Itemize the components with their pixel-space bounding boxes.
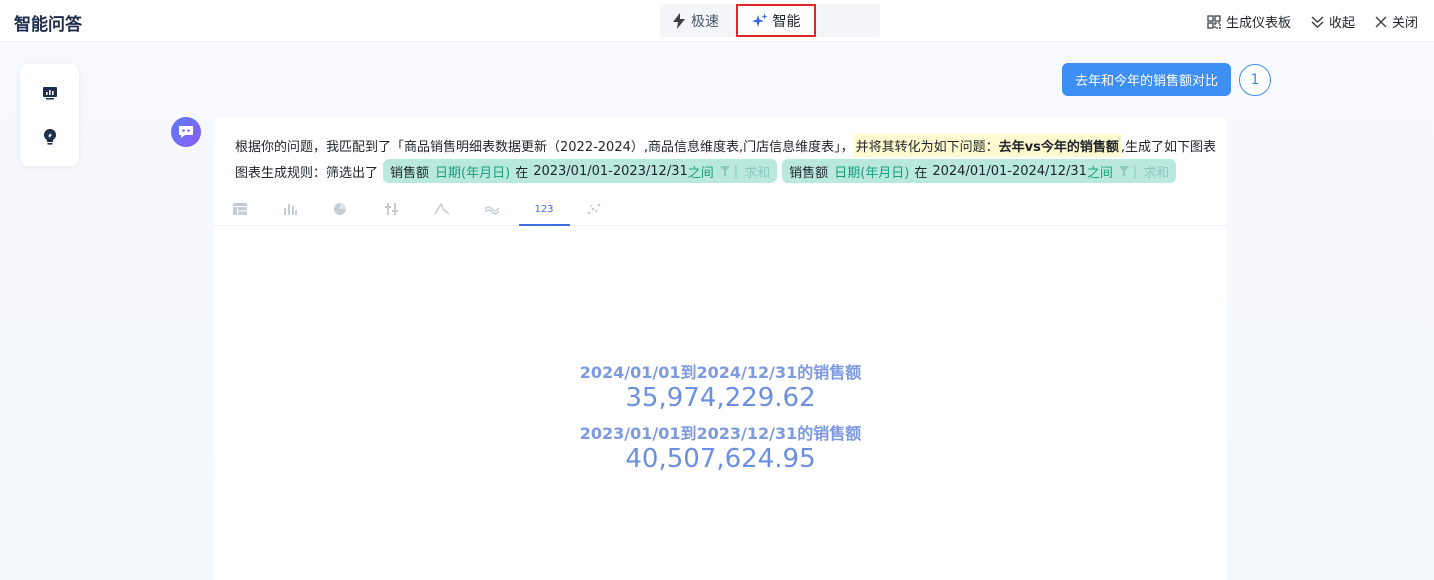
user-avatar[interactable]: 1 <box>1239 64 1271 96</box>
chart-rules-prefix: 图表生成规则：筛选出了 <box>235 165 379 181</box>
generate-dashboard-button[interactable]: 生成仪表板 <box>1207 12 1291 31</box>
tab-scatter[interactable] <box>584 201 604 217</box>
rule-aggregation: 求和 <box>744 165 771 181</box>
header-bar: 智能问答 极速 智能 生成仪表板 收起 关闭 <box>0 0 1434 42</box>
kpi-label: 2023/01/01到2023/12/31的销售额 <box>579 424 862 443</box>
close-button[interactable]: 关闭 <box>1375 12 1418 31</box>
answer-summary-prefix: 根据你的问题，我匹配到了「商品销售明细表数据更新（2022-2024）,商品信息… <box>235 140 854 155</box>
close-label: 关闭 <box>1391 16 1418 31</box>
rule-operator: 在 <box>914 165 928 181</box>
kpi-number-icon: 123 <box>534 203 554 215</box>
rule-chip[interactable]: 销售额 日期(年月日) 在 2023/01/01-2023/12/31 之间 |… <box>383 159 778 183</box>
rule-tail: 之间 <box>1086 165 1113 181</box>
converted-question-highlight: 并将其转化为如下问题：去年vs今年的销售额 <box>853 134 1121 157</box>
rule-range: 2023/01/01-2023/12/31 <box>533 163 688 179</box>
robot-chat-icon <box>179 126 193 138</box>
bar-chart-icon <box>284 204 297 215</box>
rule-measure: 销售额 <box>390 165 430 181</box>
presentation-chart-icon <box>43 87 57 100</box>
table-icon <box>233 203 247 215</box>
mode-switch: 极速 智能 <box>660 4 880 37</box>
mode-fast-label: 极速 <box>691 13 719 30</box>
tab-line-chart[interactable] <box>432 201 452 217</box>
converted-question-prefix: 并将其转化为如下问题： <box>855 140 999 155</box>
line-chart-icon <box>434 203 450 215</box>
insight-tool-button[interactable] <box>40 127 60 147</box>
area-chart-icon <box>484 206 500 215</box>
tab-area-chart[interactable] <box>482 201 502 217</box>
converted-question: 去年vs今年的销售额 <box>998 140 1119 155</box>
pie-chart-icon <box>334 203 346 215</box>
rule-field: 日期(年月日) <box>834 165 910 181</box>
rule-separator: | <box>733 163 739 179</box>
kpi-value: 35,974,229.62 <box>625 383 816 413</box>
kpi-block: 2024/01/01到2024/12/31的销售额 35,974,229.62 <box>214 359 1227 413</box>
tab-kpi-number[interactable]: 123 <box>519 201 570 226</box>
rule-measure: 销售额 <box>789 165 829 181</box>
rule-chip[interactable]: 销售额 日期(年月日) 在 2024/01/01-2024/12/31 之间 |… <box>782 159 1177 183</box>
collapse-button[interactable]: 收起 <box>1311 12 1355 31</box>
mode-smart-label: 智能 <box>772 13 801 30</box>
tab-pie-chart[interactable] <box>330 201 350 217</box>
rule-range: 2024/01/01-2024/12/31 <box>932 163 1087 179</box>
header-actions: 生成仪表板 收起 关闭 <box>1207 12 1418 31</box>
collapse-label: 收起 <box>1328 16 1355 31</box>
sparkle-icon <box>751 13 767 27</box>
rule-operator: 在 <box>515 165 529 181</box>
app-title: 智能问答 <box>14 15 82 35</box>
rule-field: 日期(年月日) <box>435 165 511 181</box>
mode-fast-button[interactable]: 极速 <box>672 4 719 37</box>
close-icon <box>1375 16 1387 27</box>
filter-icon <box>1118 165 1129 177</box>
rule-aggregation: 求和 <box>1143 165 1170 181</box>
double-chevron-down-icon <box>1311 15 1324 28</box>
tab-scatter-bar[interactable] <box>382 201 402 217</box>
mode-smart-button[interactable]: 智能 <box>736 4 816 37</box>
answer-summary-suffix: ,生成了如下图表 <box>1120 140 1216 155</box>
tab-table[interactable] <box>230 201 250 217</box>
rule-separator: | <box>1132 163 1138 179</box>
rule-tail: 之间 <box>687 165 714 181</box>
bulb-icon <box>44 129 56 145</box>
answer-card: 根据你的问题，我匹配到了「商品销售明细表数据更新（2022-2024）,商品信息… <box>214 117 1227 580</box>
kpi-label: 2024/01/01到2024/12/31的销售额 <box>579 363 862 382</box>
side-tool-panel <box>20 64 79 166</box>
answer-summary: 根据你的问题，我匹配到了「商品销售明细表数据更新（2022-2024）,商品信息… <box>235 134 1216 157</box>
tab-bar-chart[interactable] <box>280 201 300 217</box>
presentation-tool-button[interactable] <box>40 83 60 103</box>
scatter-bar-icon <box>385 203 398 215</box>
scatter-icon <box>587 203 601 215</box>
user-question-bubble: 去年和今年的销售额对比 <box>1062 63 1232 96</box>
bot-avatar <box>171 117 201 147</box>
kpi-value: 40,507,624.95 <box>625 444 816 474</box>
chart-rules: 图表生成规则：筛选出了 销售额 日期(年月日) 在 2023/01/01-202… <box>235 159 1177 183</box>
chart-type-tabs: 123 <box>214 193 1227 226</box>
generate-dashboard-label: 生成仪表板 <box>1225 16 1291 31</box>
dashboard-icon <box>1207 14 1221 29</box>
kpi-block: 2023/01/01到2023/12/31的销售额 40,507,624.95 <box>214 420 1227 474</box>
lightning-icon <box>673 12 685 29</box>
filter-icon <box>719 165 730 177</box>
